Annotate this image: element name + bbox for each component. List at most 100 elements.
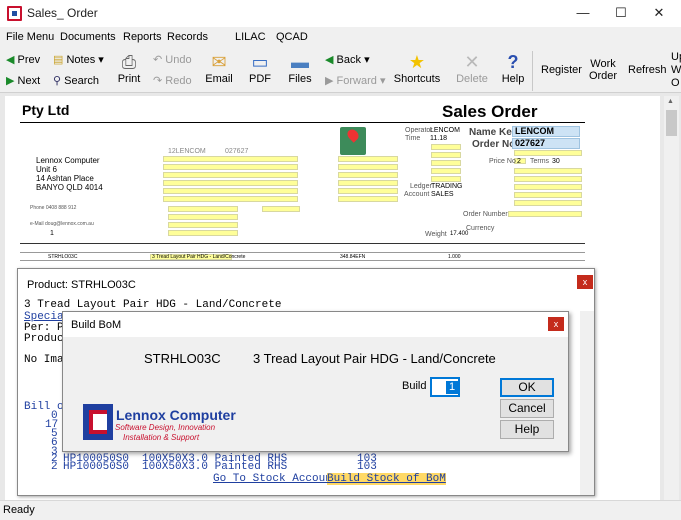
phone-field[interactable]: [168, 222, 238, 228]
menu-lilac[interactable]: LILAC: [235, 31, 266, 43]
account-label: Account: [404, 191, 430, 198]
due-date-field[interactable]: [514, 168, 582, 174]
order-number-field[interactable]: [508, 211, 582, 217]
refresh-button[interactable]: Refresh: [628, 64, 667, 76]
delete-button[interactable]: ✕ Delete: [456, 52, 488, 85]
dialog-close-button[interactable]: x: [548, 317, 564, 331]
pdf-button[interactable]: ▭ PDF: [246, 52, 274, 85]
customer-number: 027627: [225, 148, 249, 155]
help-button[interactable]: ? Help: [500, 52, 526, 85]
dialog-title-bar: Build BoM x: [63, 312, 568, 337]
lennox-logo: [83, 404, 113, 440]
build-stock-of-bom-link[interactable]: Build Stock of BoM: [327, 473, 446, 485]
delivery-field[interactable]: [163, 172, 298, 178]
estimate-no-field[interactable]: [338, 156, 398, 162]
subtrade-field[interactable]: [338, 196, 398, 202]
delivery-field[interactable]: [163, 156, 298, 162]
undo-button[interactable]: ↶ Undo: [153, 53, 192, 66]
mobile-field[interactable]: [168, 230, 238, 236]
customer-phone: Phone 0408 888 912: [30, 205, 77, 211]
territory-field[interactable]: [431, 152, 461, 158]
ledger-label: Ledger: [410, 183, 432, 190]
forward-button[interactable]: ▶ Forward ▾: [325, 74, 385, 87]
name-key-label: Name Key: [469, 127, 518, 138]
next-button[interactable]: ▶ Next: [6, 74, 40, 87]
non-stock-field[interactable]: [431, 144, 461, 150]
store-field[interactable]: [431, 176, 461, 182]
contact-field[interactable]: [168, 214, 238, 220]
menu-documents[interactable]: Documents: [60, 31, 116, 43]
close-button[interactable]: ✕: [640, 0, 678, 27]
redo-button[interactable]: ↷ Redo: [153, 74, 192, 87]
cancel-button[interactable]: Cancel: [500, 399, 554, 418]
printer-icon: ⎙: [121, 52, 137, 72]
product-description: 3 Tread Layout Pair HDG - Land/Concrete: [24, 299, 282, 311]
upload-button[interactable]: Up W O: [671, 51, 681, 90]
redo-icon: ↷: [153, 75, 163, 87]
minimize-button[interactable]: —: [564, 0, 602, 27]
order-number-label: Order Number: [463, 211, 508, 218]
notes-icon: ▤: [53, 54, 64, 66]
menu-file[interactable]: File Menu: [6, 31, 54, 43]
status-bar: Ready: [0, 500, 681, 520]
delivery-field[interactable]: [163, 196, 298, 202]
go-to-stock-account-link[interactable]: Go To Stock Account: [213, 473, 338, 485]
override-credit-limit-field[interactable]: [431, 168, 461, 174]
override-stock-check-field[interactable]: [431, 160, 461, 166]
scrollbar-thumb[interactable]: [666, 110, 677, 136]
build-label: Build: [402, 380, 427, 392]
map-icon[interactable]: [340, 127, 366, 155]
delivery-field[interactable]: [163, 180, 298, 186]
product-panel-close-button[interactable]: x: [577, 275, 593, 289]
help-button[interactable]: Help: [500, 420, 554, 439]
vertical-scrollbar[interactable]: ▲: [664, 96, 679, 500]
country-field[interactable]: [168, 206, 238, 212]
files-button[interactable]: ▬ Files: [286, 52, 314, 85]
question-icon: ?: [507, 52, 519, 72]
menu-qcad[interactable]: QCAD: [276, 31, 308, 43]
build-bom-dialog: Build BoM x STRHLO03C 3 Tread Layout Pai…: [62, 311, 569, 452]
work-order-button[interactable]: Work Order: [588, 58, 618, 82]
build-quantity-input[interactable]: 1: [430, 377, 460, 397]
notes-button[interactable]: ▤ Notes ▾: [53, 53, 104, 66]
order-no-field[interactable]: 027627: [512, 138, 580, 149]
carrier-field[interactable]: [514, 192, 582, 198]
date-field[interactable]: [514, 150, 582, 156]
time-value: 11.18: [430, 135, 447, 142]
menu-records[interactable]: Records: [167, 31, 208, 43]
register-button[interactable]: Register: [541, 64, 582, 76]
delivery-field[interactable]: [163, 188, 298, 194]
prev-button[interactable]: ◀ Prev: [6, 53, 40, 66]
print-button[interactable]: ⎙ Print: [114, 52, 144, 85]
update-wo-field[interactable]: [338, 188, 398, 194]
shipping-field[interactable]: [514, 200, 582, 206]
quote-no-field[interactable]: [338, 164, 398, 170]
job-type-field[interactable]: [338, 172, 398, 178]
account-value: SALES: [431, 191, 454, 198]
name-key-field[interactable]: LENCOM: [512, 126, 580, 137]
company-name: Pty Ltd: [22, 102, 70, 118]
chevron-down-icon: ▾: [379, 75, 386, 87]
map-pin-icon: [345, 127, 361, 143]
sales-exec-field[interactable]: [514, 176, 582, 182]
shortcuts-button[interactable]: ★ Shortcuts: [393, 52, 441, 85]
logo-tagline: Installation & Support: [123, 433, 200, 442]
customer-suburb: BANYO QLD 4014: [36, 183, 103, 192]
menu-reports[interactable]: Reports: [123, 31, 162, 43]
email-button[interactable]: ✉ Email: [203, 52, 235, 85]
panel-scrollbar[interactable]: [580, 311, 594, 495]
ship-date-field[interactable]: [514, 184, 582, 190]
maximize-button[interactable]: ☐: [602, 0, 640, 27]
delivery-field[interactable]: [163, 164, 298, 170]
country-code-field[interactable]: [262, 206, 300, 212]
scroll-up-icon[interactable]: ▲: [667, 98, 674, 105]
ok-button[interactable]: OK: [500, 378, 554, 397]
toolbar: ◀ Prev ▶ Next ▤ Notes ▾ ⚲ Search ⎙ Print…: [0, 49, 681, 93]
back-button[interactable]: ◀ Back ▾: [325, 53, 370, 66]
order-no-label: Order No: [472, 139, 516, 150]
logo-tagline: Software Design, Innovation: [115, 423, 216, 432]
chevron-down-icon: ▾: [364, 54, 370, 66]
search-button[interactable]: ⚲ Search: [53, 74, 99, 87]
folder-icon: ▬: [291, 52, 309, 72]
work-order-field[interactable]: [338, 180, 398, 186]
